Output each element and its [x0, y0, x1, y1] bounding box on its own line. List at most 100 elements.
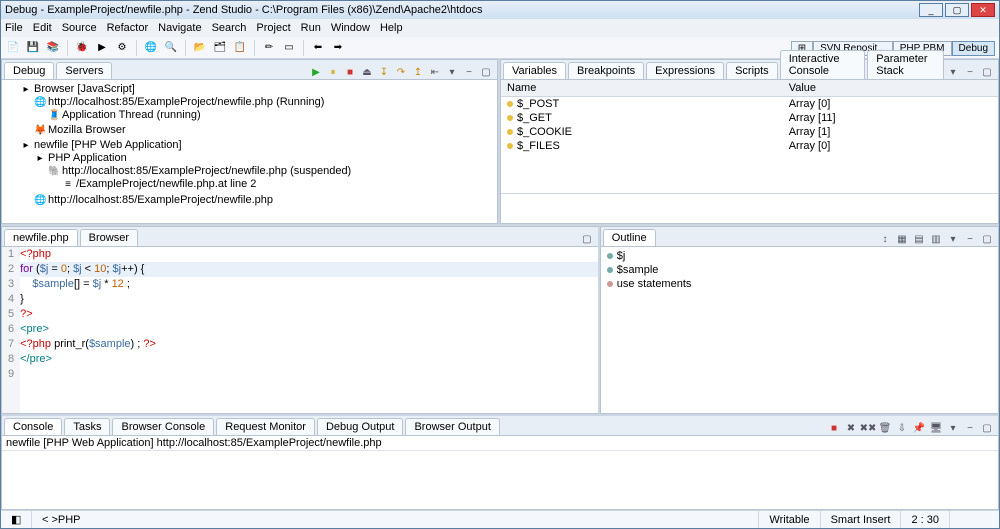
menu-source[interactable]: Source	[62, 22, 97, 34]
rect-icon[interactable]: ▭	[281, 40, 297, 56]
step-into-icon[interactable]: ↧	[377, 65, 391, 79]
code-editor[interactable]: 123456789 <?phpfor ($j = 0; $j < 10; $j+…	[2, 247, 598, 413]
window-minimize-button[interactable]: _	[919, 3, 943, 17]
view-menu-icon[interactable]: ▾	[946, 232, 960, 246]
tab-request-monitor[interactable]: Request Monitor	[216, 418, 315, 435]
menu-navigate[interactable]: Navigate	[158, 22, 201, 34]
console-output[interactable]	[2, 451, 998, 509]
filter3-icon[interactable]: ▥	[929, 232, 943, 246]
remove-all-icon[interactable]: ✖✖	[861, 421, 875, 435]
menu-run[interactable]: Run	[301, 22, 321, 34]
search-icon[interactable]: 🔍	[163, 40, 179, 56]
menu-help[interactable]: Help	[380, 22, 403, 34]
minimize-view-icon[interactable]: −	[963, 421, 977, 435]
tab-interactive-console[interactable]: Interactive Console	[780, 50, 866, 79]
tab-expressions[interactable]: Expressions	[646, 62, 724, 79]
browser-icon[interactable]: 🌐	[143, 40, 159, 56]
column-name[interactable]: Name	[501, 80, 783, 97]
tab-browser[interactable]: Browser	[80, 229, 138, 246]
perspective-debug[interactable]: Debug	[952, 41, 995, 56]
task-icon[interactable]: 📋	[232, 40, 248, 56]
tree-node[interactable]: 🧵Application Thread (running)	[48, 108, 493, 122]
filter2-icon[interactable]: ▤	[912, 232, 926, 246]
step-return-icon[interactable]: ↥	[411, 65, 425, 79]
menu-window[interactable]: Window	[331, 22, 370, 34]
outline-list[interactable]: $j$sampleuse statements	[601, 247, 998, 413]
column-value[interactable]: Value	[783, 80, 998, 97]
tab-outline[interactable]: Outline	[603, 229, 656, 246]
outline-item[interactable]: $sample	[605, 263, 994, 277]
terminate-icon[interactable]: ■	[343, 65, 357, 79]
suspend-icon[interactable]: ⏸	[326, 65, 340, 79]
sort-icon[interactable]: ↕	[878, 232, 892, 246]
minimize-view-icon[interactable]: −	[963, 65, 977, 79]
resume-icon[interactable]: ▶	[309, 65, 323, 79]
variable-row[interactable]: $_FILESArray [0]	[501, 139, 998, 153]
tab-browser-output[interactable]: Browser Output	[405, 418, 499, 435]
maximize-view-icon[interactable]: ▢	[980, 421, 994, 435]
run-icon[interactable]: ▶	[94, 40, 110, 56]
variable-row[interactable]: $_GETArray [11]	[501, 111, 998, 125]
drop-frame-icon[interactable]: ⇤	[428, 65, 442, 79]
menu-project[interactable]: Project	[256, 22, 290, 34]
step-over-icon[interactable]: ↷	[394, 65, 408, 79]
tab-newfile-php[interactable]: newfile.php	[4, 229, 78, 246]
tree-node[interactable]: ≡/ExampleProject/newfile.php.at line 2	[62, 177, 493, 191]
tab-parameter-stack[interactable]: Parameter Stack	[867, 50, 944, 79]
folder-icon[interactable]: 🗂	[212, 40, 228, 56]
tree-node[interactable]: 🌐http://localhost:85/ExampleProject/newf…	[34, 95, 493, 123]
view-menu-icon[interactable]: ▾	[445, 65, 459, 79]
scroll-lock-icon[interactable]: ⇩	[895, 421, 909, 435]
tree-node[interactable]: ▸PHP Application🐘http://localhost:85/Exa…	[34, 151, 493, 193]
variable-row[interactable]: $_POSTArray [0]	[501, 97, 998, 112]
maximize-view-icon[interactable]: ▢	[580, 232, 594, 246]
display-icon[interactable]: 🖥	[929, 421, 943, 435]
menu-edit[interactable]: Edit	[33, 22, 52, 34]
text-icon[interactable]: ✏	[261, 40, 277, 56]
menu-refactor[interactable]: Refactor	[107, 22, 149, 34]
clear-icon[interactable]: 🗑	[878, 421, 892, 435]
tree-node[interactable]: 🐘http://localhost:85/ExampleProject/newf…	[48, 164, 493, 192]
save-all-icon[interactable]: 📚	[45, 40, 61, 56]
tab-browser-console[interactable]: Browser Console	[112, 418, 214, 435]
outline-item[interactable]: use statements	[605, 277, 994, 291]
filter1-icon[interactable]: ▦	[895, 232, 909, 246]
window-maximize-button[interactable]: ▢	[945, 3, 969, 17]
menu-search[interactable]: Search	[212, 22, 247, 34]
outline-item[interactable]: $j	[605, 249, 994, 263]
minimize-view-icon[interactable]: −	[462, 65, 476, 79]
variable-row[interactable]: $_COOKIEArray [1]	[501, 125, 998, 139]
maximize-view-icon[interactable]: ▢	[980, 65, 994, 79]
maximize-view-icon[interactable]: ▢	[980, 232, 994, 246]
remove-launch-icon[interactable]: ✖	[844, 421, 858, 435]
tab-servers[interactable]: Servers	[56, 62, 112, 79]
maximize-view-icon[interactable]: ▢	[479, 65, 493, 79]
save-icon[interactable]: 💾	[25, 40, 41, 56]
nav-back-icon[interactable]: ⬅	[310, 40, 326, 56]
open-console-icon[interactable]: ▾	[946, 421, 960, 435]
open-type-icon[interactable]: 📂	[192, 40, 208, 56]
view-menu-icon[interactable]: ▾	[946, 65, 960, 79]
new-icon[interactable]: 📄	[5, 40, 21, 56]
pin-icon[interactable]: 📌	[912, 421, 926, 435]
minimize-view-icon[interactable]: −	[963, 232, 977, 246]
tree-node[interactable]: ▸Browser [JavaScript]🌐http://localhost:8…	[20, 82, 493, 138]
tab-breakpoints[interactable]: Breakpoints	[568, 62, 644, 79]
tab-console[interactable]: Console	[4, 418, 62, 435]
tree-node[interactable]: 🌐http://localhost:85/ExampleProject/newf…	[34, 193, 493, 207]
disconnect-icon[interactable]: ⏏	[360, 65, 374, 79]
tree-node[interactable]: 🦊Mozilla Browser	[34, 123, 493, 137]
terminate-icon[interactable]: ■	[827, 421, 841, 435]
tab-tasks[interactable]: Tasks	[64, 418, 110, 435]
tree-node[interactable]: ▸newfile [PHP Web Application]▸PHP Appli…	[20, 138, 493, 208]
window-close-button[interactable]: ✕	[971, 3, 995, 17]
ext-tools-icon[interactable]: ⚙	[114, 40, 130, 56]
tab-debug[interactable]: Debug	[4, 62, 54, 79]
tab-debug-output[interactable]: Debug Output	[317, 418, 404, 435]
debug-tree[interactable]: ▸Browser [JavaScript]🌐http://localhost:8…	[2, 80, 497, 223]
nav-fwd-icon[interactable]: ➡	[330, 40, 346, 56]
tab-variables[interactable]: Variables	[503, 62, 566, 79]
tab-scripts[interactable]: Scripts	[726, 62, 778, 79]
menu-file[interactable]: File	[5, 22, 23, 34]
variables-table[interactable]: NameValue $_POSTArray [0]$_GETArray [11]…	[501, 80, 998, 153]
